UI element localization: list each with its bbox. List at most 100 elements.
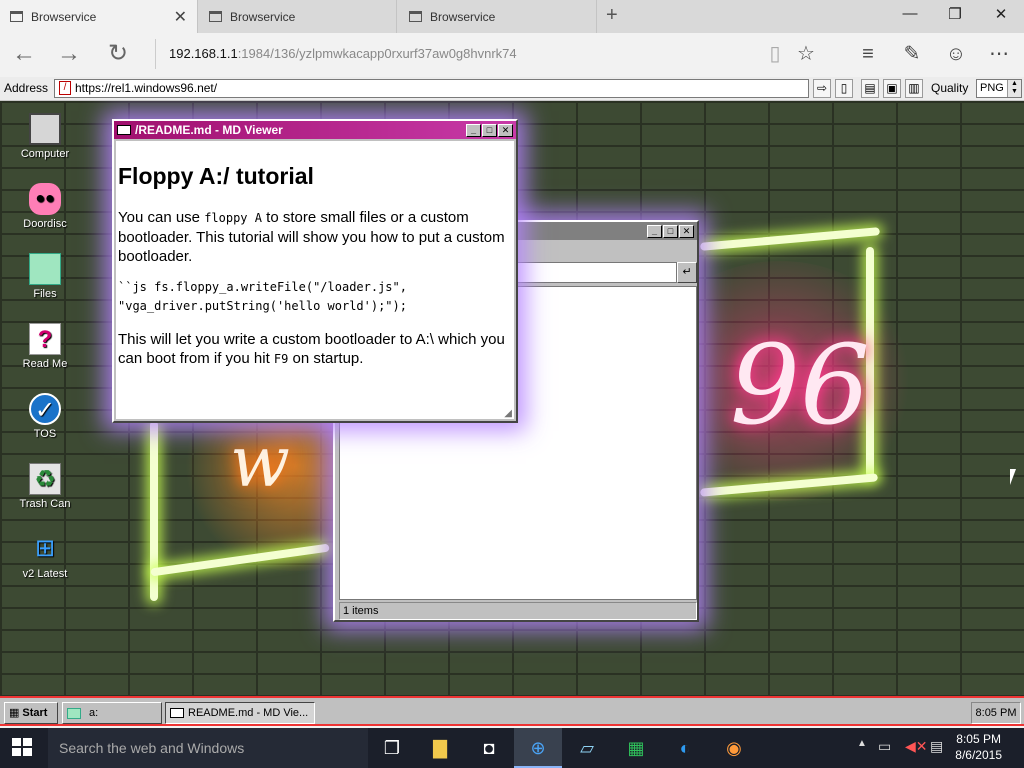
windows-start-button[interactable] (12, 738, 34, 758)
browser-tab-3[interactable]: Browservice (399, 0, 597, 33)
desktop-icon-label: Files (33, 288, 57, 300)
maximize-button[interactable]: □ (663, 224, 678, 238)
close-button[interactable]: ✕ (679, 224, 694, 238)
mouse-cursor-icon (1010, 469, 1022, 485)
taskbar-item-a[interactable]: a: (62, 702, 162, 724)
desktop-icon-tos[interactable]: ✓ TOS (14, 393, 76, 440)
notepad-icon[interactable]: ▱ (563, 728, 611, 768)
page-icon (209, 11, 222, 22)
tab-title: Browservice (230, 9, 296, 24)
window-title: /README.md - MD Viewer (135, 123, 283, 137)
maximize-button[interactable]: □ (482, 123, 497, 137)
new-tab-button[interactable]: + (606, 4, 618, 27)
w96-desktop[interactable]: 96 w Computer ●● Doordisc Files ? Read M… (0, 101, 1024, 696)
browser-tab-1[interactable]: Browservice ✕ (0, 0, 198, 33)
url-path: :1984/136/yzlpmwkacapp0rxurf37aw0g8hvnrk… (237, 46, 517, 61)
start-button[interactable]: ▦ Start (4, 702, 58, 724)
discord-icon: ●● (29, 183, 61, 215)
browser-tab-bar: Browservice ✕ Browservice Browservice + … (0, 0, 1024, 33)
quality-select[interactable]: PNG ▲ ▼ (976, 79, 1022, 98)
volume-muted-icon[interactable]: ◀✕ (905, 738, 928, 755)
desktop-icon-label: Read Me (22, 358, 68, 370)
desktop-icon-readme[interactable]: ? Read Me (14, 323, 76, 370)
address-field[interactable]: / https://rel1.windows96.net/ (54, 79, 809, 98)
desktop-icon-doordisc[interactable]: ●● Doordisc (14, 183, 76, 230)
task-label: README.md - MD Vie... (188, 707, 309, 719)
md-app-icon (170, 708, 184, 718)
reading-view-icon[interactable]: ▯ (762, 42, 788, 66)
taskbar-item-readme[interactable]: README.md - MD Vie... (165, 702, 315, 724)
system-clock[interactable]: 8:05 PM 8/6/2015 (955, 731, 1002, 763)
show-hidden-icons-icon[interactable]: ▲ (857, 738, 867, 749)
close-window-button[interactable]: ✕ (991, 5, 1011, 23)
address-value: https://rel1.windows96.net/ (75, 81, 218, 95)
minimize-button[interactable]: — (900, 5, 920, 22)
minimize-button[interactable]: _ (466, 123, 481, 137)
code-block: ``js fs.floppy_a.writeFile("/loader.js",… (118, 278, 512, 316)
action-center-icon[interactable]: ▤ (930, 738, 943, 755)
restore-button[interactable]: ❐ (945, 5, 965, 23)
close-button[interactable]: ✕ (498, 123, 513, 137)
task-view-icon[interactable]: ❐ (368, 728, 416, 768)
desktop-icon-trash[interactable]: ♻ Trash Can (14, 463, 76, 510)
address-label: Address (4, 81, 49, 95)
close-tab-icon[interactable]: ✕ (174, 7, 187, 27)
w96-taskbar: ▦ Start a: README.md - MD Vie... 8:05 PM (0, 696, 1024, 726)
browservice-toolbar: Address / https://rel1.windows96.net/ ⇨ … (0, 77, 1024, 101)
upload-button[interactable]: ▥ (905, 79, 923, 98)
code-line: ``js fs.floppy_a.writeFile("/loader.js", (118, 280, 407, 294)
resize-grip-icon[interactable]: ◢ (504, 408, 512, 419)
task-label: a: (89, 707, 99, 719)
explorer-status-bar: 1 items (339, 602, 697, 620)
search-box[interactable]: Search the web and Windows (48, 728, 368, 768)
excel-icon[interactable]: ▦ (612, 728, 660, 768)
hub-icon[interactable]: ≡ (855, 42, 881, 66)
md-viewer-window[interactable]: /README.md - MD Viewer _ □ ✕ Floppy A:/ … (112, 119, 518, 423)
more-icon[interactable]: ⋯ (986, 42, 1012, 66)
md-app-icon (117, 125, 131, 135)
readme-icon: ? (29, 323, 61, 355)
forward-button[interactable]: → (55, 41, 83, 67)
desktop-icon-v2-latest[interactable]: ⊞ v2 Latest (14, 533, 76, 580)
desktop-icon-label: Computer (20, 148, 70, 160)
minimize-button[interactable]: _ (647, 224, 662, 238)
desktop-icon-label: Doordisc (23, 218, 67, 230)
desktop-icon-computer[interactable]: Computer (14, 113, 76, 160)
insecure-shield-icon: / (59, 81, 71, 95)
spinner-arrows-icon[interactable]: ▲ ▼ (1007, 80, 1021, 97)
bookmark-button[interactable]: ▯ (835, 79, 853, 98)
clock-time: 8:05 PM (956, 732, 1001, 746)
start-label: Start (22, 707, 48, 719)
tab-title: Browservice (430, 9, 496, 24)
web-note-icon[interactable]: ✎ (899, 42, 925, 66)
w96-clock: 8:05 PM (971, 702, 1021, 724)
favorite-star-icon[interactable]: ☆ (793, 42, 819, 66)
browser-tab-2[interactable]: Browservice (199, 0, 397, 33)
back-button[interactable]: ← (10, 41, 38, 67)
doc-paragraph-2: This will let you write a custom bootloa… (118, 330, 512, 369)
edge-browser-icon[interactable]: ⊕ (514, 728, 562, 768)
quality-label: Quality (931, 81, 969, 95)
computer-icon (29, 113, 61, 145)
windows-icon: ⊞ (34, 535, 56, 562)
refresh-button[interactable]: ↻ (104, 41, 132, 67)
store-icon[interactable]: ◘ (465, 728, 513, 768)
desktop-icon-label: v2 Latest (22, 568, 68, 580)
page-icon (409, 11, 422, 22)
text-run: on startup. (288, 350, 364, 367)
url-bar[interactable]: 192.168.1.1:1984/136/yzlpmwkacapp0rxurf3… (155, 39, 755, 69)
doc-heading: Floppy A:/ tutorial (118, 163, 314, 189)
media-app-icon[interactable]: ◉ (710, 728, 758, 768)
clipboard-button[interactable]: ▣ (883, 79, 901, 98)
find-button[interactable]: ▤ (861, 79, 879, 98)
md-viewer-titlebar[interactable]: /README.md - MD Viewer _ □ ✕ (114, 121, 516, 139)
go-arrow-button[interactable]: ⇨ (813, 79, 831, 98)
file-explorer-icon[interactable]: ▇ (416, 728, 464, 768)
desktop-icon-files[interactable]: Files (14, 253, 76, 300)
network-icon[interactable]: ▭ (878, 738, 891, 755)
browser-icon[interactable]: ◐ (661, 728, 709, 768)
folder-icon (67, 707, 81, 719)
feedback-smiley-icon[interactable]: ☺ (943, 42, 969, 66)
explorer-go-button[interactable]: ↵ (677, 262, 697, 283)
doc-paragraph-1: You can use floppy A to store small file… (118, 208, 512, 266)
